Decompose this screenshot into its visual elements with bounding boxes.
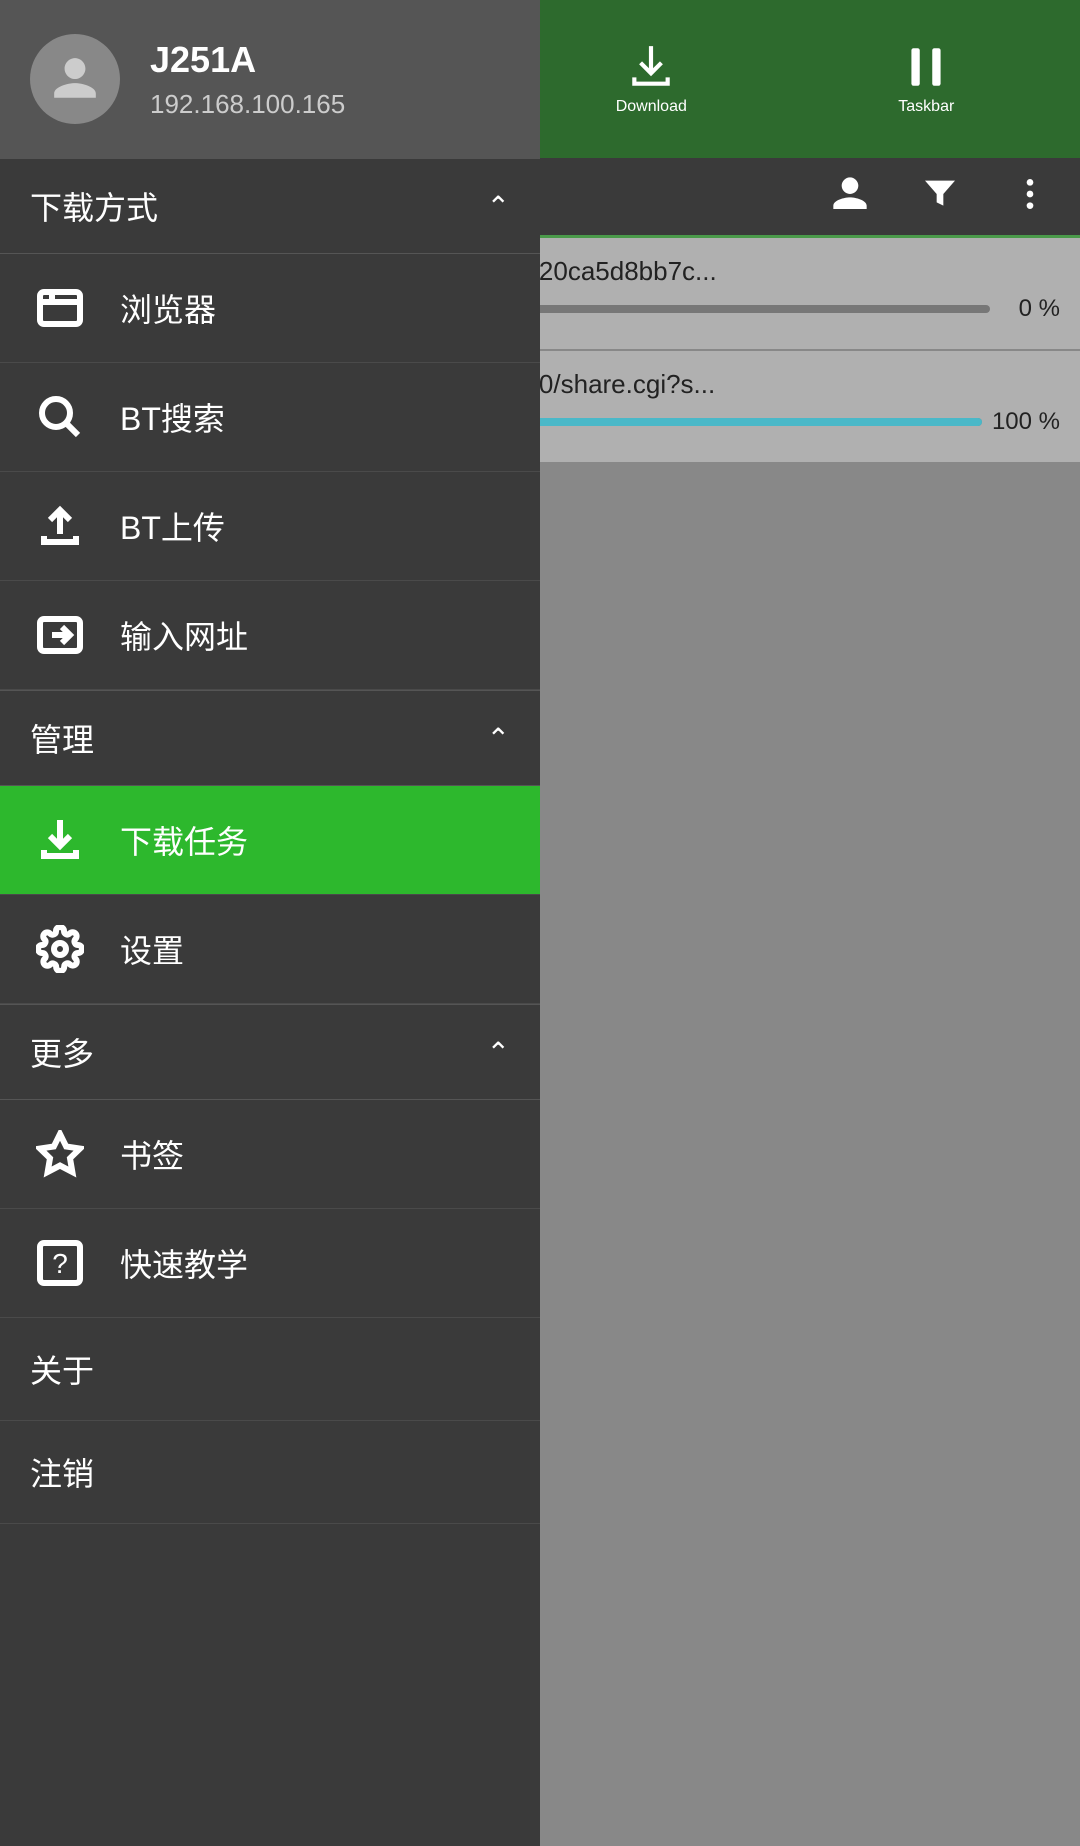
download-icon — [30, 810, 90, 870]
section-manage-label: 管理 — [30, 715, 94, 761]
download-item[interactable]: 080/share.cgi?s... 100 % — [490, 351, 1080, 462]
bookmarks-label: 书签 — [120, 1131, 184, 1177]
progress-bar-fill — [510, 418, 982, 426]
user-icon[interactable] — [830, 174, 870, 219]
progress-pct: 100 % — [992, 408, 1060, 436]
chevron-up-icon: ⌃ — [487, 722, 510, 755]
section-more[interactable]: 更多 ⌃ — [0, 1004, 540, 1100]
sidebar-item-about[interactable]: 关于 — [0, 1318, 540, 1421]
input-url-label: 输入网址 — [120, 612, 248, 658]
sidebar-item-bt-search[interactable]: BT搜索 — [0, 363, 540, 472]
logout-label: 注销 — [30, 1456, 94, 1492]
download-items-list: od20ca5d8bb7c... 0 % 080/share.cgi?s... … — [490, 238, 1080, 1846]
sidebar-item-bookmarks[interactable]: 书签 — [0, 1100, 540, 1209]
input-url-icon — [30, 605, 90, 665]
bt-upload-label: BT上传 — [120, 503, 225, 549]
sidebar-item-quick-tutorial[interactable]: ? 快速教学 — [0, 1209, 540, 1318]
section-download-method[interactable]: 下载方式 ⌃ — [0, 158, 540, 254]
settings-label: 设置 — [120, 926, 184, 972]
upload-icon — [30, 496, 90, 556]
download-tab[interactable]: Download — [616, 42, 687, 116]
sidebar-item-bt-upload[interactable]: BT上传 — [0, 472, 540, 581]
avatar[interactable] — [30, 34, 120, 124]
quick-tutorial-label: 快速教学 — [120, 1240, 248, 1286]
progress-pct: 0 % — [1000, 295, 1060, 323]
section-manage[interactable]: 管理 ⌃ — [0, 690, 540, 786]
sidebar-item-settings[interactable]: 设置 — [0, 895, 540, 1004]
download-tab-label: Download — [616, 98, 687, 116]
drawer-username: J251A — [150, 39, 345, 81]
sidebar-item-browser[interactable]: 浏览器 — [0, 254, 540, 363]
drawer-header: J251A 192.168.100.165 — [0, 0, 540, 158]
browser-icon — [30, 278, 90, 338]
section-download-method-label: 下载方式 — [30, 183, 158, 229]
navigation-drawer: J251A 192.168.100.165 下载方式 ⌃ 浏览器 BT搜索 — [0, 0, 540, 1846]
chevron-up-icon: ⌃ — [487, 190, 510, 223]
settings-icon — [30, 919, 90, 979]
download-tasks-label: 下载任务 — [120, 817, 248, 863]
right-header: Download Taskbar — [490, 0, 1080, 158]
more-icon[interactable] — [1010, 174, 1050, 219]
section-more-label: 更多 — [30, 1029, 94, 1075]
about-label: 关于 — [30, 1353, 94, 1389]
right-panel: Download Taskbar — [490, 0, 1080, 1846]
sidebar-item-logout[interactable]: 注销 — [0, 1421, 540, 1524]
help-icon: ? — [30, 1233, 90, 1293]
browser-label: 浏览器 — [120, 285, 216, 331]
star-icon — [30, 1124, 90, 1184]
download-item-name: od20ca5d8bb7c... — [510, 256, 1060, 287]
search-icon — [30, 387, 90, 447]
taskbar-tab-label: Taskbar — [898, 98, 954, 116]
bt-search-label: BT搜索 — [120, 394, 225, 440]
right-toolbar — [490, 158, 1080, 238]
sidebar-item-input-url[interactable]: 输入网址 — [0, 581, 540, 690]
taskbar-tab[interactable]: Taskbar — [898, 42, 954, 116]
filter-icon[interactable] — [920, 174, 960, 219]
drawer-user-info: J251A 192.168.100.165 — [150, 39, 345, 120]
sidebar-item-download-tasks[interactable]: 下载任务 — [0, 786, 540, 895]
download-item[interactable]: od20ca5d8bb7c... 0 % — [490, 238, 1080, 349]
download-item-name: 080/share.cgi?s... — [510, 369, 1060, 400]
svg-text:?: ? — [52, 1248, 68, 1279]
chevron-up-icon: ⌃ — [487, 1036, 510, 1069]
drawer-ip: 192.168.100.165 — [150, 89, 345, 120]
